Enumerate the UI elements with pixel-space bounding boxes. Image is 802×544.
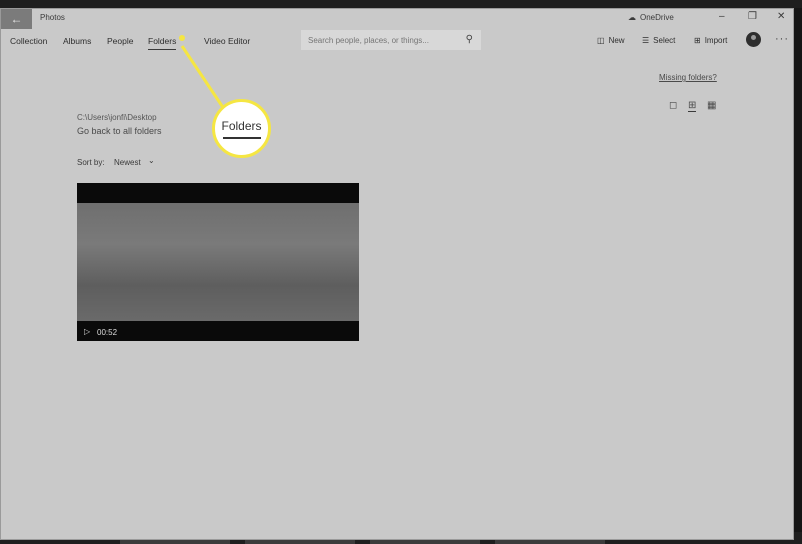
callout-underline bbox=[222, 136, 261, 139]
callout-pointer bbox=[180, 45, 228, 113]
callout-bubble: Folders bbox=[212, 99, 271, 158]
callout-label: Folders bbox=[221, 118, 262, 133]
callout-dot bbox=[179, 35, 185, 41]
callout-line bbox=[180, 45, 228, 113]
